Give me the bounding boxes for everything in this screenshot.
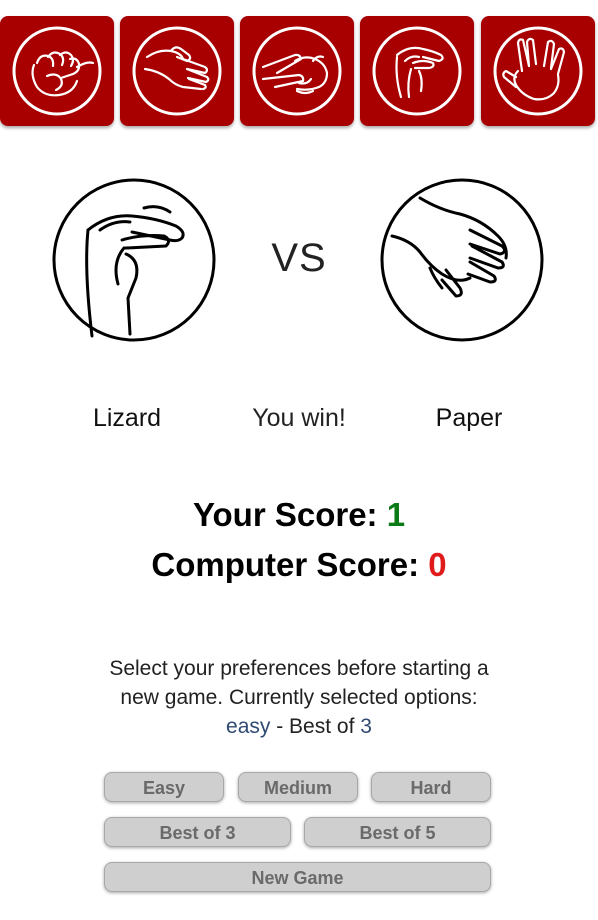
- spock-hand-icon: [493, 26, 583, 116]
- computer-score-value: 0: [428, 546, 447, 583]
- scissors-hand-icon: [252, 26, 342, 116]
- medium-button[interactable]: Medium: [238, 772, 358, 802]
- preferences-separator: - Best of: [270, 715, 361, 738]
- preferences-intro: Select your preferences before starting …: [109, 657, 489, 709]
- player-score-value: 1: [386, 496, 406, 533]
- paper-hand-icon: [380, 178, 544, 342]
- new-game-button[interactable]: New Game: [104, 862, 491, 892]
- scoreboard: Your Score: 1 Computer Score: 0: [0, 490, 598, 590]
- easy-button[interactable]: Easy: [104, 772, 224, 802]
- match-arena: VS: [0, 178, 598, 342]
- choice-names: Lizard You win! Paper: [0, 404, 598, 436]
- spock-button[interactable]: [481, 16, 595, 126]
- paper-hand-icon: [132, 26, 222, 116]
- lizard-button[interactable]: [360, 16, 474, 126]
- computer-score: Computer Score: 0: [0, 540, 598, 590]
- rock-button[interactable]: [0, 16, 114, 126]
- rock-hand-icon: [12, 26, 102, 116]
- choice-buttons: [0, 16, 598, 128]
- scissors-button[interactable]: [240, 16, 354, 126]
- best-of-5-button[interactable]: Best of 5: [304, 817, 491, 847]
- hard-button[interactable]: Hard: [371, 772, 491, 802]
- selected-difficulty: easy: [226, 715, 271, 738]
- player-score-label: Your Score:: [192, 496, 387, 533]
- player-choice-label: Lizard: [92, 404, 162, 432]
- paper-button[interactable]: [120, 16, 234, 126]
- computer-choice-label: Paper: [435, 404, 503, 432]
- player-score: Your Score: 1: [0, 490, 598, 540]
- best-of-3-button[interactable]: Best of 3: [104, 817, 291, 847]
- selected-rounds: 3: [360, 715, 372, 738]
- preferences-text: Select your preferences before starting …: [100, 654, 498, 741]
- computer-score-label: Computer Score:: [151, 546, 429, 583]
- result-text: You win!: [252, 404, 346, 432]
- lizard-hand-icon: [372, 26, 462, 116]
